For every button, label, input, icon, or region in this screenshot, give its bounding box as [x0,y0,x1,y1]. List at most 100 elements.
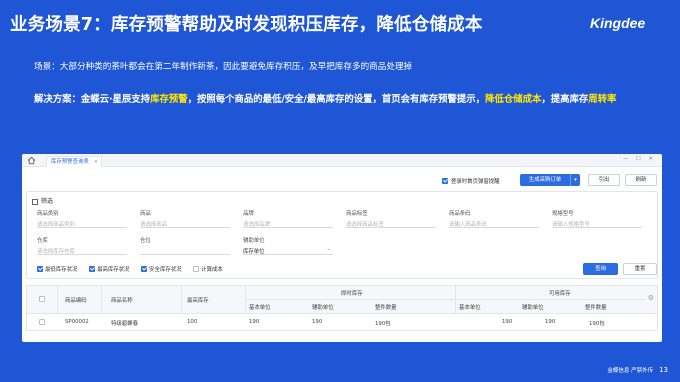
cell-cur-base: 190 [249,319,260,325]
product-input[interactable]: 请选择商品 [140,217,230,228]
solution-part-3: ，提高库存 [541,94,589,105]
filter-panel: 筛选 商品类别 请选择商品类别 商品 请选择商品 品牌 请选择品牌 商品标签 请… [26,191,658,279]
cell-min-stock: 100 [187,319,198,325]
solution-highlight-2: 降低仓储成本 [485,94,542,105]
spec-input[interactable]: 请输入规格型号 [552,217,642,228]
close-icon[interactable]: × [93,157,98,167]
solution-text: 解决方案：金蝶云·星辰支持库存预警，按照每个商品的最低/安全/最高库存的设置，首… [34,93,654,106]
window-controls[interactable]: — ☐ ✕ [623,156,656,162]
header-avail-aux: 辅助单位 [522,305,544,311]
header-name: 商品名称 [111,298,133,304]
refresh-button[interactable]: 刷新 [625,174,657,186]
cell-avail-full: 190包 [589,321,605,327]
cell-name: 特级碧螺春 [111,321,138,327]
home-icon[interactable] [27,156,36,165]
solution-part-2: ，按照每个商品的最低/安全/最高库存的设置，首页会有库存预警提示， [187,94,486,105]
field-label: 仓库 [37,238,48,244]
header-min-stock: 最高库存 [187,298,209,304]
option-label: 计算成本 [201,267,223,273]
aux-unit-select[interactable]: 库存单位 ⌄ [243,244,333,255]
option-calc-cost[interactable]: 计算成本 [193,265,223,273]
field-product: 商品 请选择商品 [140,209,230,228]
field-barcode: 商品条码 请输入商品条码 [449,209,539,228]
select-all-checkbox[interactable] [39,296,45,302]
field-tag: 商品标签 请选择商品标签 [346,209,436,228]
solution-highlight-1: 库存预警 [150,94,188,105]
chevron-down-icon: ⌄ [326,246,331,252]
checkbox-checked-icon[interactable] [442,178,448,184]
filter-options: 最低库存状况 最高库存状况 安全库存状况 计算成本 [37,265,233,273]
chevron-down-icon[interactable]: ▾ [570,174,580,186]
field-aux-unit: 辅助单位 库存单位 ⌄ [243,236,333,255]
brand-logo: Kingdee [590,15,646,31]
reset-button[interactable]: 重置 [623,263,657,275]
popup-reminder-label: 登录时首页弹窗提醒 [451,179,500,185]
scene-description: 场景：大部分种类的茶叶都会在第二年制作新茶，因此要避免库存积压，及早把库存多的商… [34,62,413,72]
checkbox-checked-icon[interactable] [37,266,43,272]
option-min-stock[interactable]: 最低库存状况 [37,265,77,273]
field-brand: 品牌 请选择品牌 [243,209,333,228]
option-label: 安全库存状况 [149,267,182,273]
header-avail-base: 基本单位 [459,305,481,311]
header-group-available: 可用库存 [549,291,571,297]
category-input[interactable]: 请选择商品类别 [37,217,127,228]
location-input[interactable] [140,244,230,255]
row-checkbox[interactable] [39,319,45,325]
field-spec: 规格型号 请输入规格型号 [552,209,642,228]
solution-highlight-3: 周转率 [588,94,617,105]
field-label: 商品类别 [37,211,59,217]
popup-reminder-option[interactable]: 登录时首页弹窗提醒 [442,177,500,185]
field-label: 辅助单位 [243,238,265,244]
cell-avail-aux: 190 [545,319,556,325]
cell-code: SP00002 [65,319,89,325]
results-grid: 商品编码 商品名称 最高库存 即时库存 基本单位 辅助单位 整件数量 可用库存 … [26,285,658,331]
filter-title: 筛选 [41,198,54,205]
cell-avail-base: 190 [502,319,513,325]
brand-input[interactable]: 请选择品牌 [243,217,333,228]
field-location: 仓位 [140,236,230,255]
header-cur-base: 基本单位 [249,305,271,311]
generate-purchase-order-button[interactable]: 生成采购订单 ▾ [520,174,580,186]
tag-input[interactable]: 请选择商品标签 [346,217,436,228]
header-cur-full: 整件数量 [375,305,397,311]
aux-unit-value: 库存单位 [243,249,265,255]
option-label: 最高库存状况 [97,267,130,273]
field-warehouse: 仓库 请选择库存仓库 [37,236,127,255]
header-code: 商品编码 [65,298,87,304]
solution-part-1: 解决方案：金蝶云·星辰支持 [34,94,151,105]
option-label: 最低库存状况 [45,267,78,273]
toolbar: 登录时首页弹窗提醒 生成采购订单 ▾ 引出 刷新 [22,174,662,188]
option-max-stock[interactable]: 最高库存状况 [89,265,129,273]
filter-icon [32,198,38,205]
tab-label: 库存预警查询表 [51,159,89,165]
filter-header[interactable]: 筛选 [32,196,53,205]
checkbox-checked-icon[interactable] [141,266,148,272]
cell-cur-aux: 190 [312,319,323,325]
warehouse-input[interactable]: 请选择库存仓库 [37,244,127,255]
field-label: 品牌 [243,211,254,217]
barcode-input[interactable]: 请输入商品条码 [449,217,539,228]
field-label: 商品标签 [346,211,368,217]
tab-bar: 库存预警查询表 × — ☐ ✕ [22,154,662,167]
generate-purchase-order-label: 生成采购订单 [528,177,562,183]
header-group-current: 即时库存 [341,291,363,297]
footer-text: 金蝶信息 严禁外传 [607,368,654,374]
slide-title: 业务场景7：库存预警帮助及时发现积压库存，降低仓储成本 [10,15,483,35]
header-avail-full: 整件数量 [585,305,607,311]
option-safety-stock[interactable]: 安全库存状况 [141,265,182,273]
field-label: 规格型号 [552,211,574,217]
export-button[interactable]: 引出 [588,174,620,186]
page-number: 13 [659,366,668,374]
field-category: 商品类别 请选择商品类别 [37,209,127,228]
checkbox-checked-icon[interactable] [89,266,96,272]
field-label: 商品 [140,211,151,217]
cell-cur-full: 190包 [375,321,391,327]
footer: 金蝶信息 严禁外传 13 [607,366,668,374]
tab-stock-warning[interactable]: 库存预警查询表 × [46,156,102,167]
field-label: 仓位 [140,238,151,244]
gear-icon[interactable]: ⚙ [648,294,654,302]
app-window: 库存预警查询表 × — ☐ ✕ 登录时首页弹窗提醒 生成采购订单 ▾ 引出 刷新… [22,154,662,342]
query-button[interactable]: 查询 [583,263,618,275]
checkbox-unchecked-icon[interactable] [193,266,200,272]
field-label: 商品条码 [449,211,471,217]
